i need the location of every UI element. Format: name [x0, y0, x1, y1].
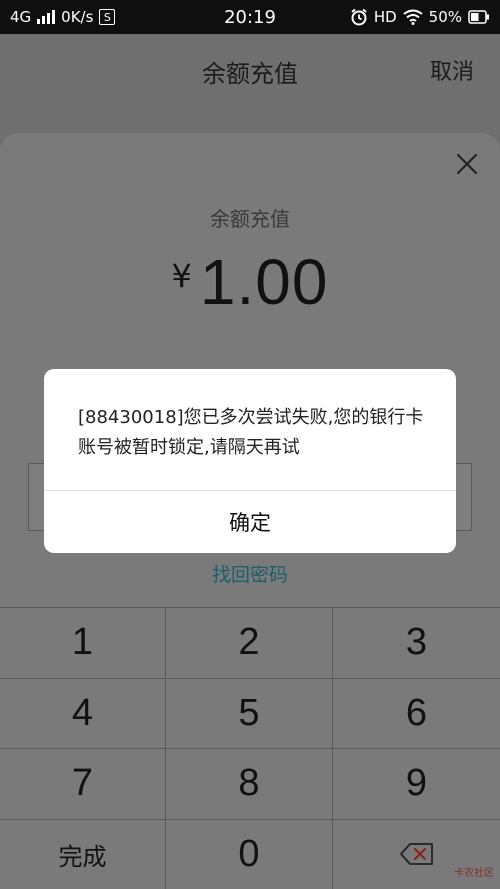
alert-dialog: [88430018]您已多次尝试失败,您的银行卡账号被暂时锁定,请隔天再试 确定: [44, 369, 456, 553]
backspace-key[interactable]: 卡农社区: [333, 819, 500, 889]
status-right: HD 50%: [350, 8, 490, 26]
sheet-title: 余额充值: [210, 207, 290, 231]
key-3[interactable]: 3: [333, 608, 500, 679]
key-9[interactable]: 9: [333, 749, 500, 820]
confirm-button[interactable]: 确定: [44, 491, 456, 553]
key-4[interactable]: 4: [0, 678, 166, 749]
key-5[interactable]: 5: [166, 678, 333, 749]
key-6[interactable]: 6: [333, 678, 500, 749]
dialog-message: [88430018]您已多次尝试失败,您的银行卡账号被暂时锁定,请隔天再试: [78, 407, 424, 458]
key-7[interactable]: 7: [0, 749, 166, 820]
backspace-icon: [399, 843, 433, 866]
amount-value: 1.00: [199, 246, 329, 318]
battery-percent: 50%: [428, 8, 462, 26]
alarm-icon: [351, 8, 367, 26]
key-2[interactable]: 2: [166, 608, 333, 679]
numeric-keypad: 1 2 3 4 5 6 7 8 9 完成 0 卡农社区: [0, 607, 500, 889]
amount-display: ¥ 1.00: [0, 245, 500, 319]
signal-icon: [37, 10, 56, 24]
page-title: 余额充值: [202, 60, 298, 88]
status-bar: 4G 0K/s S 20:19 HD 50%: [0, 0, 500, 34]
page-header: 余额充值 取消: [0, 34, 500, 104]
network-type: 4G: [10, 8, 32, 26]
network-speed: 0K/s: [61, 8, 94, 26]
key-0[interactable]: 0: [166, 819, 333, 889]
currency-symbol: ¥: [171, 257, 192, 295]
watermark: 卡农社区: [454, 868, 494, 879]
hd-badge: HD: [373, 8, 397, 26]
close-icon[interactable]: [454, 151, 480, 177]
forgot-password-link[interactable]: 找回密码: [0, 560, 500, 587]
status-left: 4G 0K/s S: [10, 8, 116, 26]
key-8[interactable]: 8: [166, 749, 333, 820]
sim-icon: S: [99, 9, 116, 25]
wifi-icon: [403, 9, 423, 25]
done-key[interactable]: 完成: [0, 819, 166, 889]
key-1[interactable]: 1: [0, 608, 166, 679]
battery-icon: [468, 10, 489, 24]
cancel-button[interactable]: 取消: [430, 54, 474, 86]
